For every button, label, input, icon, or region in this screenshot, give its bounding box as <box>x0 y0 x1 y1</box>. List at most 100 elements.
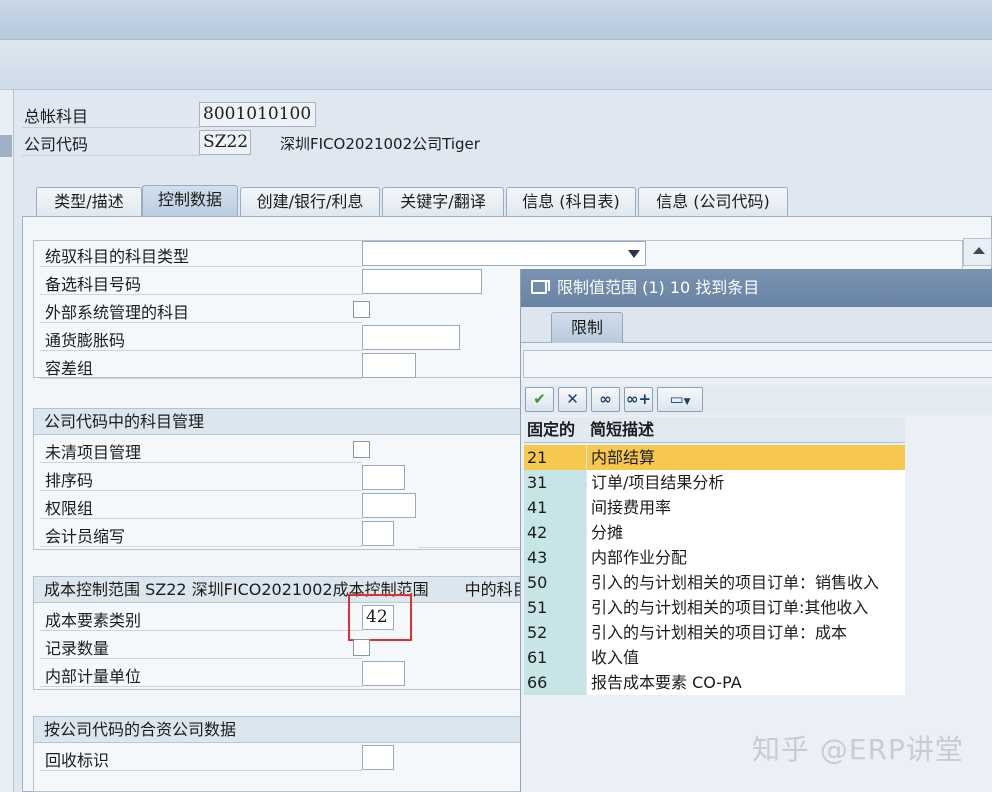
row-description: 间接费用率 <box>586 495 905 520</box>
gl-account-underline <box>22 127 200 128</box>
tab-control-data[interactable]: 控制数据 <box>142 185 238 217</box>
row-description: 分摊 <box>586 520 905 545</box>
record-quantity-label: 记录数量 <box>45 639 110 658</box>
field-underline <box>40 266 362 267</box>
sort-key-label: 排序码 <box>45 471 94 490</box>
dropdown-arrow-icon: ▼ <box>683 397 691 407</box>
row-description: 收入值 <box>586 645 905 670</box>
recovery-indicator-label: 回收标识 <box>45 751 110 770</box>
watermark: 知乎 @ERP讲堂 <box>752 733 964 766</box>
popup-tab-bar: 限制 <box>521 307 992 343</box>
authorization-group-label: 权限组 <box>45 499 94 518</box>
field-underline <box>40 322 362 323</box>
table-row[interactable]: 43 内部作业分配 <box>524 545 905 570</box>
tab-info-chart-of-accounts[interactable]: 信息 (科目表) <box>506 187 636 217</box>
column-header-description[interactable]: 简短描述 <box>590 417 654 443</box>
table-row[interactable]: 50 引入的与计划相关的项目订单：销售收入 <box>524 570 905 595</box>
internal-uom-input[interactable] <box>362 661 405 686</box>
row-code: 61 <box>524 645 586 670</box>
field-underline <box>40 686 362 687</box>
inflation-key-label: 通货膨胀码 <box>45 331 126 350</box>
field-underline <box>40 490 362 491</box>
table-row[interactable]: 31 订单/项目结果分析 <box>524 470 905 495</box>
row-description: 订单/项目结果分析 <box>586 470 905 495</box>
tolerance-group-input[interactable] <box>362 353 416 378</box>
table-header: 固定的 简短描述 <box>524 417 905 443</box>
table-row[interactable]: 52 引入的与计划相关的项目订单：成本 <box>524 620 905 645</box>
field-underline <box>40 770 362 771</box>
popup-title-bar[interactable]: 限制值范围 (1) 10 找到条目 <box>521 269 992 307</box>
window-title-bar <box>0 0 992 40</box>
application-toolbar <box>0 40 992 90</box>
row-code: 50 <box>524 570 586 595</box>
binoculars-icon: ∞ <box>599 390 612 408</box>
left-splitter[interactable] <box>0 90 14 792</box>
row-code: 66 <box>524 670 586 695</box>
table-row[interactable]: 41 间接费用率 <box>524 495 905 520</box>
column-header-fixed[interactable]: 固定的 <box>527 417 575 443</box>
row-description: 引入的与计划相关的项目订单：销售收入 <box>586 570 905 595</box>
find-button[interactable]: ∞ <box>591 387 620 412</box>
confirm-button[interactable]: ✔ <box>525 387 554 412</box>
external-system-checkbox[interactable] <box>353 301 370 318</box>
record-quantity-checkbox[interactable] <box>353 639 370 656</box>
open-item-mgmt-checkbox[interactable] <box>353 441 370 458</box>
authorization-group-input[interactable] <box>362 493 416 518</box>
cancel-button[interactable]: ✕ <box>558 387 587 412</box>
tab-label: 控制数据 <box>157 190 222 209</box>
popup-toolbar: ✔ ✕ ∞ ∞+ ▭▼ <box>521 385 992 415</box>
company-name: 深圳FICO2021002公司Tiger <box>280 135 480 153</box>
tab-type-description[interactable]: 类型/描述 <box>36 187 142 217</box>
gl-account-field[interactable]: 8001010100 <box>199 102 316 127</box>
checkmark-icon: ✔ <box>533 390 546 408</box>
popup-title: 限制值范围 (1) 10 找到条目 <box>557 278 760 297</box>
gl-account-label: 总帐科目 <box>24 107 89 126</box>
company-code-field[interactable]: SZ22 <box>199 130 251 155</box>
table-row[interactable]: 51 引入的与计划相关的项目订单:其他收入 <box>524 595 905 620</box>
field-underline <box>40 546 362 547</box>
tab-label: 关键字/翻译 <box>400 192 486 211</box>
table-row[interactable]: 66 报告成本要素 CO-PA <box>524 670 905 695</box>
row-code: 41 <box>524 495 586 520</box>
cost-element-category-label: 成本要素类别 <box>45 611 142 630</box>
tab-label: 类型/描述 <box>54 192 124 211</box>
chevron-down-icon[interactable] <box>628 250 640 258</box>
window-restore-icon <box>531 280 550 294</box>
printer-icon: ▭ <box>669 390 684 408</box>
table-row[interactable]: 42 分摊 <box>524 520 905 545</box>
recovery-indicator-input[interactable] <box>362 745 394 770</box>
splitter-handle[interactable] <box>0 135 12 157</box>
scroll-up-button[interactable] <box>963 238 992 266</box>
row-code: 31 <box>524 470 586 495</box>
find-next-button[interactable]: ∞+ <box>624 387 653 412</box>
tab-create-bank-interest[interactable]: 创建/银行/利息 <box>240 187 380 217</box>
tab-keyword-translation[interactable]: 关键字/翻译 <box>382 187 504 217</box>
tab-info-company-code[interactable]: 信息 (公司代码) <box>638 187 788 217</box>
inflation-key-input[interactable] <box>362 325 460 350</box>
value-help-popup: 限制值范围 (1) 10 找到条目 限制 ✔ ✕ ∞ ∞+ ▭▼ 固定的 简短描… <box>520 269 992 792</box>
divider <box>418 547 522 548</box>
row-description: 内部结算 <box>586 445 905 470</box>
print-menu-button[interactable]: ▭▼ <box>657 387 703 412</box>
accounting-clerk-label: 会计员缩写 <box>45 527 126 546</box>
alt-account-number-input[interactable] <box>362 269 482 294</box>
alt-account-number-label: 备选科目号码 <box>45 275 142 294</box>
row-code: 52 <box>524 620 586 645</box>
table-row[interactable]: 21 内部结算 <box>524 445 905 470</box>
sort-key-input[interactable] <box>362 465 405 490</box>
tab-label: 限制 <box>570 318 603 337</box>
row-description: 内部作业分配 <box>586 545 905 570</box>
internal-uom-label: 内部计量单位 <box>45 667 142 686</box>
tab-restrictions[interactable]: 限制 <box>551 312 623 343</box>
table-row[interactable]: 61 收入值 <box>524 645 905 670</box>
company-code-label: 公司代码 <box>24 135 89 154</box>
recon-account-type-label: 统驭科目的科目类型 <box>45 247 190 266</box>
recon-account-type-dropdown[interactable] <box>362 241 646 266</box>
binoculars-plus-icon: ∞+ <box>625 390 652 408</box>
field-underline <box>40 462 362 463</box>
field-underline <box>40 378 362 379</box>
accounting-clerk-input[interactable] <box>362 521 394 546</box>
field-underline <box>40 350 362 351</box>
row-code: 42 <box>524 520 586 545</box>
tab-label: 信息 (科目表) <box>522 192 620 211</box>
